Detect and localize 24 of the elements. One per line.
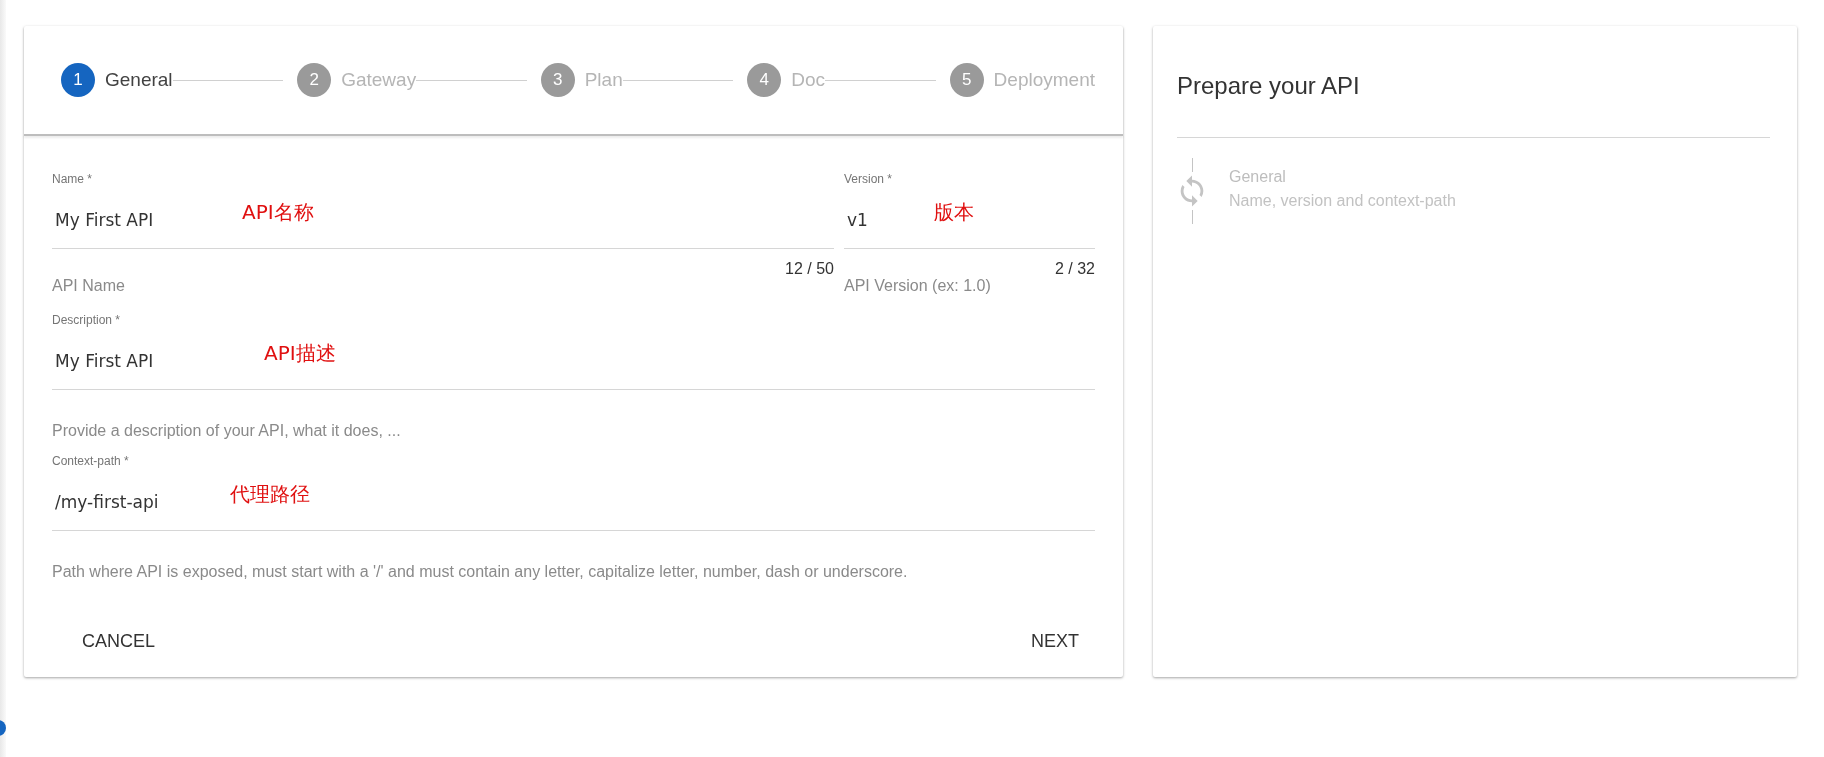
- field-label: Version *: [844, 172, 894, 188]
- field-hint: Path where API is exposed, must start with a '/' and must contain any letter, capitalize letter, number, dash or underscore.: [52, 562, 908, 581]
- annotation-text: API描述: [264, 339, 336, 367]
- field-label: Context-path *: [52, 454, 130, 470]
- character-counter: 2 / 32: [1054, 259, 1095, 278]
- field-label: Name *: [52, 172, 93, 188]
- input-field[interactable]: v1: [844, 206, 934, 230]
- stepper-step[interactable]: 1 General: [61, 63, 173, 97]
- text-button[interactable]: CANCEL: [66, 623, 172, 660]
- summary-title: Prepare your API: [1177, 71, 1361, 101]
- step-title: General: [1229, 168, 1287, 186]
- annotation-text: API名称: [242, 198, 314, 226]
- field-hint: API Name: [52, 276, 125, 295]
- input-field[interactable]: My First API: [52, 347, 264, 371]
- annotation-text: 代理路径: [230, 480, 310, 508]
- field-hint: API Version (ex: 1.0): [844, 276, 991, 295]
- input-field[interactable]: /my-first-api: [52, 488, 230, 512]
- step-subtitle: Name, version and context-path: [1229, 192, 1456, 210]
- field-label: Description *: [52, 313, 122, 329]
- annotation-text: 版本: [934, 198, 974, 226]
- text-button[interactable]: NEXT: [1015, 623, 1095, 660]
- character-counter: 12 / 50: [785, 259, 834, 278]
- input-field[interactable]: My First API: [52, 206, 242, 230]
- field-hint: Provide a description of your API, what it does, ...: [52, 421, 401, 440]
